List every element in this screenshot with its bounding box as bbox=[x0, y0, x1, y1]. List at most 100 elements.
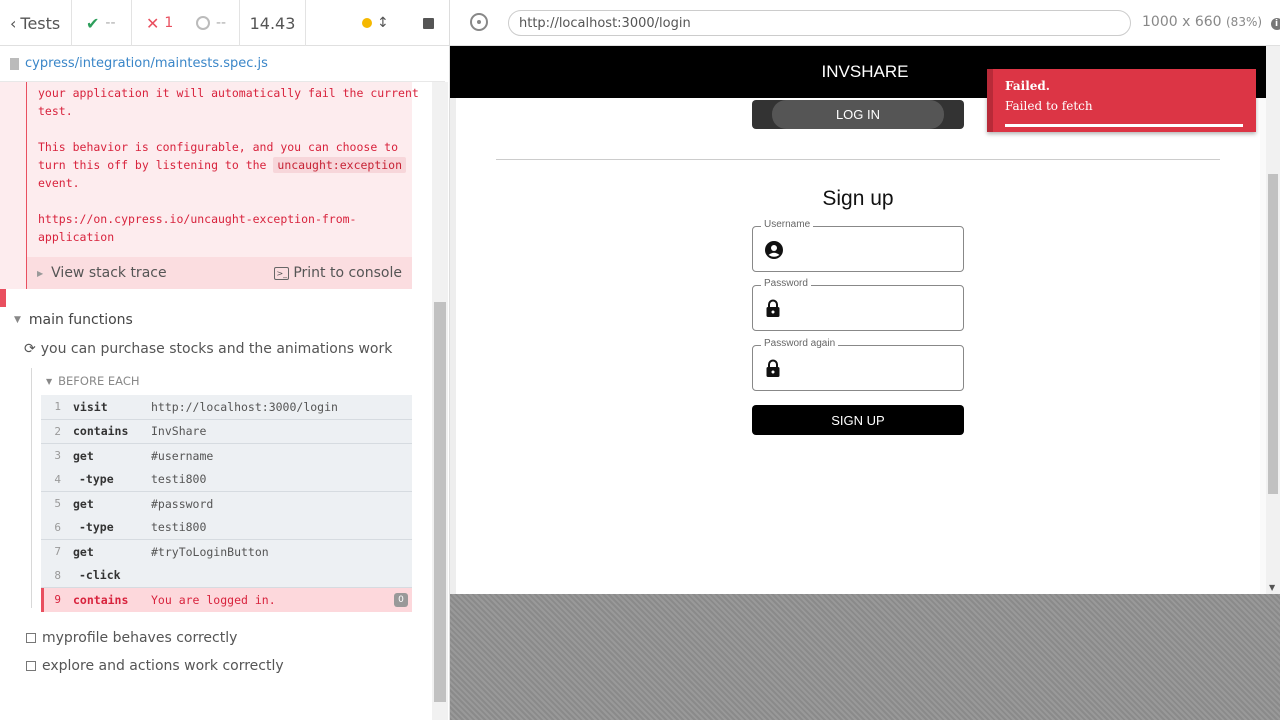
command-row[interactable]: 3 get #username bbox=[41, 444, 412, 468]
x-icon: ✕ bbox=[146, 13, 160, 33]
command-name: get bbox=[73, 448, 94, 463]
scrollbar-thumb[interactable] bbox=[434, 302, 446, 702]
hook-guide-line bbox=[31, 368, 32, 608]
scroll-toggle-icon[interactable]: ↕ bbox=[377, 15, 389, 31]
docs-link-line-2[interactable]: application bbox=[38, 228, 114, 246]
password-again-label: Password again bbox=[761, 338, 839, 349]
command-row[interactable]: 8 -click bbox=[41, 564, 412, 588]
test-title: explore and actions work correctly bbox=[42, 658, 284, 674]
command-name: -type bbox=[79, 472, 114, 487]
command-number: 6 bbox=[54, 520, 61, 534]
error-toast[interactable]: Failed. Failed to fetch bbox=[987, 69, 1256, 132]
running-indicator[interactable]: ↕ bbox=[306, 0, 406, 46]
passed-count[interactable]: ✔ -- bbox=[72, 0, 132, 46]
command-number: 3 bbox=[54, 449, 61, 463]
error-text-config-2: turn this off by listening to the uncaug… bbox=[38, 156, 407, 174]
brand-title[interactable]: INVSHARE bbox=[822, 62, 909, 82]
retry-icon: ⟳ bbox=[24, 341, 36, 357]
check-icon: ✔ bbox=[86, 13, 100, 33]
info-icon[interactable]: i bbox=[1270, 18, 1280, 30]
frame-left-edge bbox=[450, 98, 456, 594]
hook-label: BEFORE EACH bbox=[58, 374, 140, 388]
signup-title: Sign up bbox=[822, 187, 894, 210]
error-text-top: your application it will automatically f… bbox=[38, 86, 419, 118]
uncaught-exception-code: uncaught:exception bbox=[273, 157, 407, 173]
reporter-scrollbar[interactable] bbox=[432, 82, 448, 720]
chevron-left-icon: ‹ bbox=[10, 13, 17, 33]
docs-link-line-1[interactable]: https://on.cypress.io/uncaught-exception… bbox=[38, 210, 357, 228]
failed-command-row[interactable]: 9 contains You are logged in. 0 bbox=[41, 588, 412, 612]
print-to-console-button[interactable]: >_ Print to console bbox=[274, 265, 402, 281]
command-number: 7 bbox=[54, 545, 61, 559]
command-row[interactable]: 5 get #password bbox=[41, 492, 412, 516]
command-name: contains bbox=[73, 592, 129, 607]
signup-button[interactable]: SIGN UP bbox=[752, 405, 964, 435]
command-group: 2 contains InvShare bbox=[41, 419, 412, 444]
suite-main-functions[interactable]: ▼ main functions bbox=[14, 312, 133, 328]
before-each-hook[interactable]: ▼ BEFORE EACH bbox=[46, 374, 140, 388]
scroll-down-arrow-icon[interactable]: ▼ bbox=[1269, 583, 1275, 592]
viewport-info: 1000 x 660 (83%) i bbox=[1142, 14, 1280, 30]
stop-button[interactable] bbox=[406, 0, 449, 46]
test-title: myprofile behaves correctly bbox=[42, 630, 238, 646]
caret-down-icon: ▼ bbox=[46, 376, 53, 386]
terminal-icon: >_ bbox=[274, 266, 290, 280]
command-log: 1 visit http://localhost:3000/login 2 conta… bbox=[41, 395, 412, 612]
command-row[interactable]: 4 -type testi800 bbox=[41, 468, 412, 492]
selector-playground-icon[interactable] bbox=[470, 13, 488, 31]
checkbox-icon bbox=[26, 633, 36, 643]
command-message: #username bbox=[151, 448, 214, 463]
test-myprofile[interactable]: myprofile behaves correctly bbox=[26, 630, 237, 646]
command-group: 3 get #username 4 -type testi800 bbox=[41, 444, 412, 492]
view-stack-trace-link[interactable]: View stack trace bbox=[51, 265, 166, 281]
toast-message: Failed to fetch bbox=[1005, 99, 1093, 113]
command-message: You are logged in. bbox=[151, 592, 276, 607]
spec-file-bar[interactable]: cypress/integration/maintests.spec.js bbox=[0, 46, 445, 82]
lock-icon bbox=[765, 299, 781, 321]
command-message: http://localhost:3000/login bbox=[151, 399, 338, 414]
spec-path[interactable]: cypress/integration/maintests.spec.js bbox=[25, 56, 268, 71]
account-circle-icon bbox=[765, 241, 783, 263]
command-group: 7 get #tryToLoginButton 8 -click bbox=[41, 540, 412, 588]
command-message: InvShare bbox=[151, 424, 207, 439]
tests-back-button[interactable]: ‹ Tests bbox=[0, 0, 72, 46]
error-text-config-3: event. bbox=[38, 176, 80, 190]
username-field[interactable]: Username bbox=[752, 219, 964, 272]
pending-count[interactable]: -- bbox=[184, 0, 240, 46]
reporter-scroll-area[interactable]: your application it will automatically f… bbox=[0, 82, 432, 680]
url-bar[interactable]: http://localhost:3000/login bbox=[508, 10, 1131, 36]
login-button[interactable]: LOG IN bbox=[752, 100, 964, 129]
password-field[interactable]: Password bbox=[752, 278, 964, 331]
command-name: visit bbox=[73, 399, 108, 414]
command-number: 1 bbox=[54, 400, 61, 414]
app-scrollbar[interactable]: ▼ bbox=[1266, 46, 1280, 594]
command-message: #tryToLoginButton bbox=[151, 544, 269, 559]
command-row[interactable]: 1 visit http://localhost:3000/login bbox=[41, 395, 412, 419]
command-number: 8 bbox=[54, 568, 61, 582]
command-row[interactable]: 7 get #tryToLoginButton bbox=[41, 540, 412, 564]
divider bbox=[496, 159, 1220, 160]
test-purchase-stocks[interactable]: ⟳ you can purchase stocks and the animat… bbox=[24, 341, 392, 357]
app-scrollbar-thumb[interactable] bbox=[1268, 174, 1278, 494]
failed-count[interactable]: ✕ 1 bbox=[132, 0, 184, 46]
running-dot-icon bbox=[362, 18, 372, 28]
command-row[interactable]: 2 contains InvShare bbox=[41, 420, 412, 444]
print-to-console-label: Print to console bbox=[293, 265, 402, 281]
command-name: get bbox=[73, 544, 94, 559]
test-explore-actions[interactable]: explore and actions work correctly bbox=[26, 658, 284, 674]
command-message: #password bbox=[151, 496, 214, 511]
pending-value: -- bbox=[216, 15, 227, 31]
toast-title: Failed. bbox=[1005, 79, 1050, 93]
command-row[interactable]: 6 -type testi800 bbox=[41, 516, 412, 540]
password-again-field[interactable]: Password again bbox=[752, 338, 964, 391]
command-name: -type bbox=[79, 520, 114, 535]
command-message: testi800 bbox=[151, 520, 207, 535]
reporter-topbar: ‹ Tests ✔ -- ✕ 1 -- 14.43 ↕ bbox=[0, 0, 449, 46]
command-name: -click bbox=[79, 568, 121, 583]
reporter-panel: ‹ Tests ✔ -- ✕ 1 -- 14.43 ↕ cypress/inte… bbox=[0, 0, 450, 720]
command-number: 5 bbox=[54, 497, 61, 511]
passed-value: -- bbox=[105, 15, 116, 31]
pending-icon bbox=[196, 16, 210, 30]
command-group: 1 visit http://localhost:3000/login bbox=[41, 395, 412, 420]
error-text-config-2a: turn this off by listening to the bbox=[38, 158, 274, 172]
